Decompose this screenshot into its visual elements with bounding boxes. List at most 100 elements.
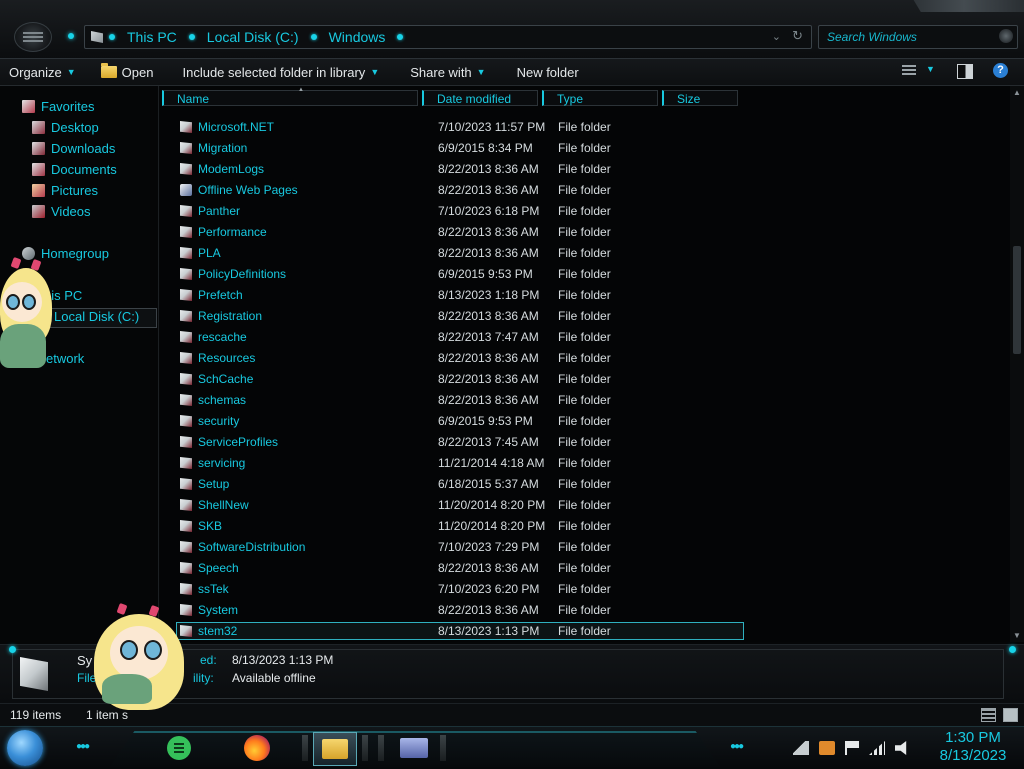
nav-desktop[interactable]: Desktop (32, 120, 99, 135)
nav-favorites[interactable]: Favorites (22, 99, 94, 114)
breadcrumb-separator[interactable] (310, 34, 317, 40)
file-name[interactable]: ModemLogs (198, 162, 264, 176)
file-row[interactable]: security 6/9/2015 9:53 PM File folder (160, 411, 1010, 432)
file-row[interactable]: Offline Web Pages 8/22/2013 8:36 AM File f… (160, 180, 1010, 201)
search-icon[interactable] (999, 29, 1013, 43)
file-name[interactable]: SKB (198, 519, 222, 533)
column-header-date[interactable]: Date modified (422, 90, 538, 106)
file-name[interactable]: schemas (198, 393, 246, 407)
organize-button[interactable]: Organize ▼ (0, 60, 85, 84)
file-row[interactable]: Microsoft.NET 7/10/2023 11:57 PM File fold… (160, 117, 1010, 138)
file-row[interactable]: ShellNew 11/20/2014 8:20 PM File folder (160, 495, 1010, 516)
file-row[interactable]: ServiceProfiles 8/22/2013 7:45 AM File fol… (160, 432, 1010, 453)
refresh-icon[interactable]: ↻ (792, 28, 803, 44)
details-view-icon[interactable] (981, 708, 996, 722)
file-name[interactable]: Setup (198, 477, 229, 491)
file-row[interactable]: Panther 7/10/2023 6:18 PM File folder (160, 201, 1010, 222)
file-row[interactable]: ModemLogs 8/22/2013 8:36 AM File folder (160, 159, 1010, 180)
file-name[interactable]: Prefetch (198, 288, 243, 302)
chevron-down-icon[interactable]: ▼ (926, 64, 935, 74)
include-in-library-button[interactable]: Include selected folder in library ▼ (162, 60, 388, 84)
back-forward-button[interactable] (14, 22, 52, 52)
file-name[interactable]: SchCache (198, 372, 253, 386)
scroll-down-icon[interactable]: ▼ (1013, 631, 1021, 640)
file-row[interactable]: servicing 11/21/2014 4:18 AM File folder (160, 453, 1010, 474)
new-folder-button[interactable]: New folder (495, 60, 588, 84)
taskbar-notes-app[interactable] (162, 732, 196, 764)
file-row[interactable]: PLA 8/22/2013 8:36 AM File folder (160, 243, 1010, 264)
file-row[interactable]: Resources 8/22/2013 8:36 AM File folder (160, 348, 1010, 369)
nav-pictures[interactable]: Pictures (32, 183, 98, 198)
share-with-button[interactable]: Share with ▼ (388, 60, 494, 84)
file-row[interactable]: SKB 11/20/2014 8:20 PM File folder (160, 516, 1010, 537)
nav-local-disk[interactable]: Local Disk (C:) (54, 309, 139, 324)
file-row[interactable]: SoftwareDistribution 7/10/2023 7:29 PM Fil… (160, 537, 1010, 558)
file-row[interactable]: Migration 6/9/2015 8:34 PM File folder (160, 138, 1010, 159)
breadcrumb-local-disk[interactable]: Local Disk (C:) (207, 29, 299, 45)
scrollbar-thumb[interactable] (1013, 246, 1021, 354)
file-name[interactable]: stem32 (198, 624, 237, 638)
file-list[interactable]: Name Date modified Type Size ▲ Microsoft… (160, 86, 1010, 642)
file-row[interactable]: System 8/22/2013 8:36 AM File folder (160, 600, 1010, 621)
file-row[interactable]: schemas 8/22/2013 8:36 AM File folder (160, 390, 1010, 411)
file-name[interactable]: PLA (198, 246, 221, 260)
nav-downloads[interactable]: Downloads (32, 141, 115, 156)
nav-documents[interactable]: Documents (32, 162, 117, 177)
file-name[interactable]: Panther (198, 204, 240, 218)
file-name[interactable]: Offline Web Pages (198, 183, 298, 197)
taskbar-file-explorer[interactable] (313, 732, 357, 766)
file-name[interactable]: Performance (198, 225, 267, 239)
breadcrumb-this-pc[interactable]: This PC (127, 29, 177, 45)
file-row[interactable]: SchCache 8/22/2013 8:36 AM File folder (160, 369, 1010, 390)
help-icon[interactable]: ? (993, 63, 1008, 78)
action-center-flag-icon[interactable] (845, 741, 859, 755)
file-name[interactable]: Registration (198, 309, 262, 323)
file-name[interactable]: Speech (198, 561, 239, 575)
breadcrumb-separator[interactable] (397, 34, 404, 40)
taskbar-firefox[interactable] (240, 732, 274, 764)
file-row[interactable]: PolicyDefinitions 6/9/2015 9:53 PM File fo… (160, 264, 1010, 285)
file-row[interactable]: Performance 8/22/2013 8:36 AM File folder (160, 222, 1010, 243)
file-name[interactable]: Migration (198, 141, 247, 155)
start-button[interactable] (7, 730, 43, 766)
file-row[interactable]: ssTek 7/10/2023 6:20 PM File folder (160, 579, 1010, 600)
file-row[interactable]: stem32 8/13/2023 1:13 PM File folder (160, 621, 1010, 642)
breadcrumb-separator[interactable] (188, 34, 195, 40)
change-view-icon[interactable] (902, 65, 916, 77)
nav-videos[interactable]: Videos (32, 204, 91, 219)
scroll-up-icon[interactable]: ▲ (1013, 88, 1021, 97)
show-hidden-icons-icon[interactable] (793, 741, 809, 755)
column-header-type[interactable]: Type (542, 90, 658, 106)
address-bar[interactable]: This PC Local Disk (C:) Windows ⌄ ↻ (84, 25, 812, 49)
column-header-name[interactable]: Name (162, 90, 418, 106)
file-name[interactable]: System (198, 603, 238, 617)
file-row[interactable]: Prefetch 8/13/2023 1:18 PM File folder (160, 285, 1010, 306)
open-button[interactable]: Open (85, 60, 163, 84)
clock[interactable]: 1:30 PM 8/13/2023 (930, 729, 1016, 765)
column-header-size[interactable]: Size (662, 90, 738, 106)
file-row[interactable]: Setup 6/18/2015 5:37 AM File folder (160, 474, 1010, 495)
file-row[interactable]: Registration 8/22/2013 8:36 AM File folder (160, 306, 1010, 327)
search-box[interactable] (818, 25, 1018, 49)
file-name[interactable]: PolicyDefinitions (198, 267, 286, 281)
volume-icon[interactable] (895, 741, 907, 755)
file-name[interactable]: security (198, 414, 239, 428)
preview-pane-icon[interactable] (957, 64, 973, 79)
file-name[interactable]: ssTek (198, 582, 229, 596)
file-name[interactable]: ServiceProfiles (198, 435, 278, 449)
address-history-chevron-icon[interactable]: ⌄ (772, 30, 781, 43)
breadcrumb-windows[interactable]: Windows (329, 29, 386, 45)
file-row[interactable]: rescache 8/22/2013 7:47 AM File folder (160, 327, 1010, 348)
large-icons-view-icon[interactable] (1003, 708, 1018, 722)
network-signal-icon[interactable] (869, 741, 885, 755)
file-name[interactable]: rescache (198, 330, 247, 344)
file-name[interactable]: ShellNew (198, 498, 249, 512)
tray-app-icon[interactable] (819, 741, 835, 755)
file-row[interactable]: Speech 8/22/2013 8:36 AM File folder (160, 558, 1010, 579)
search-input[interactable] (825, 27, 979, 47)
file-name[interactable]: Resources (198, 351, 255, 365)
file-name[interactable]: Microsoft.NET (198, 120, 274, 134)
breadcrumb-separator[interactable] (109, 34, 115, 40)
vertical-scrollbar[interactable]: ▲ ▼ (1010, 86, 1024, 642)
file-name[interactable]: servicing (198, 456, 245, 470)
